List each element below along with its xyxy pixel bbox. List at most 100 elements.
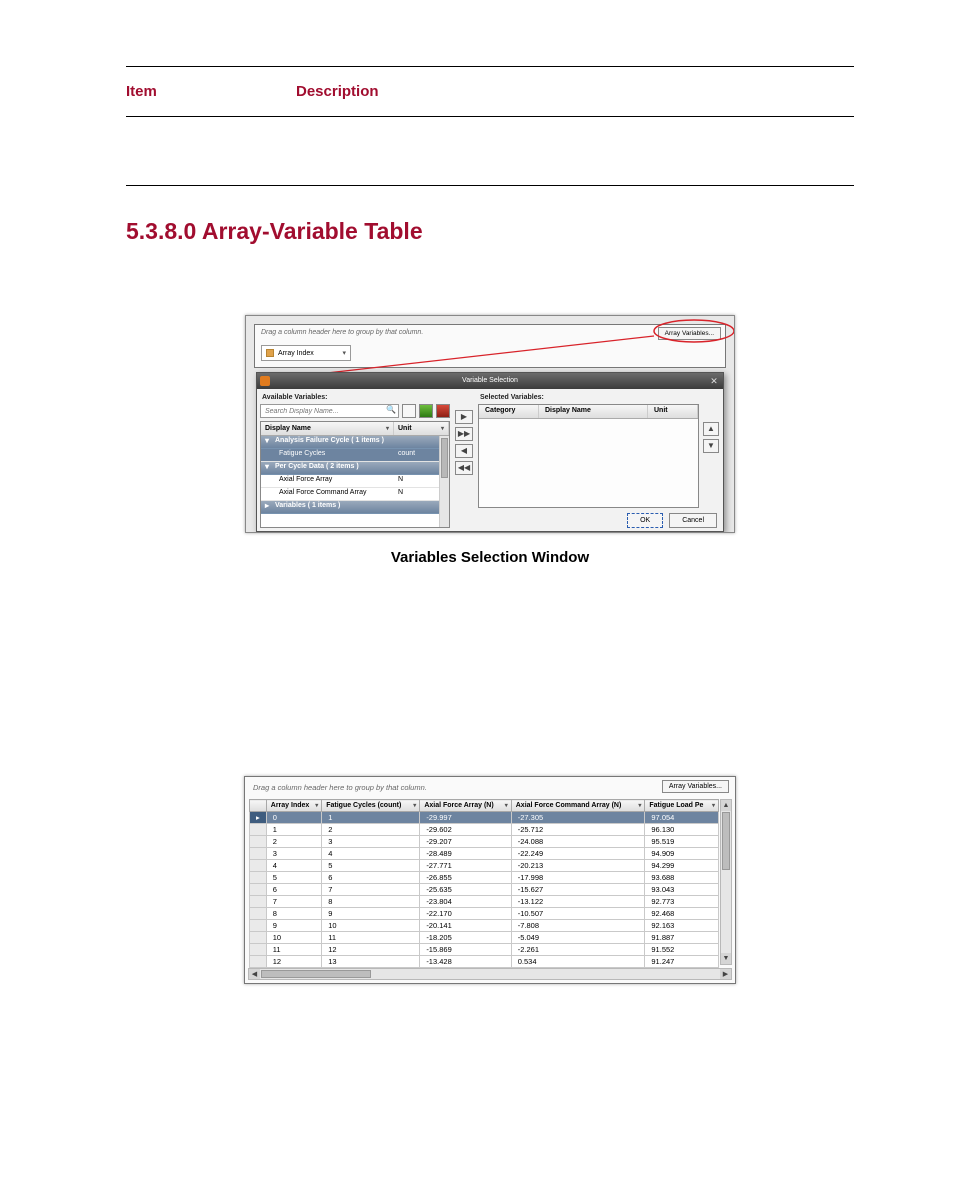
- tree-group[interactable]: Per Cycle Data ( 2 items ): [261, 462, 449, 475]
- grid-cell[interactable]: -7.808: [511, 920, 645, 932]
- scroll-left-icon[interactable]: ◀: [249, 969, 260, 979]
- remove-all-button[interactable]: ◀◀: [455, 461, 473, 475]
- grid-cell[interactable]: 93.688: [645, 872, 719, 884]
- grid-cell[interactable]: 11: [266, 944, 321, 956]
- grid-column-header[interactable]: Fatigue Load Pe▾: [645, 800, 719, 812]
- grid-cell[interactable]: 1: [322, 812, 420, 824]
- add-button[interactable]: ▶: [455, 410, 473, 424]
- expand-all-button[interactable]: [419, 404, 433, 418]
- table-row[interactable]: ▸01-29.997-27.30597.054: [250, 812, 719, 824]
- grid-cell[interactable]: 91.552: [645, 944, 719, 956]
- filter-icon[interactable]: ▾: [712, 802, 715, 809]
- table-row[interactable]: 1112-15.869-2.26191.552: [250, 944, 719, 956]
- grid-cell[interactable]: 9: [322, 908, 420, 920]
- grid-cell[interactable]: -15.627: [511, 884, 645, 896]
- grid-cell[interactable]: -24.088: [511, 836, 645, 848]
- horizontal-scrollbar[interactable]: ◀ ▶: [248, 968, 732, 980]
- grid-cell[interactable]: 7: [266, 896, 321, 908]
- grid-cell[interactable]: 2: [322, 824, 420, 836]
- grid-cell[interactable]: 3: [266, 848, 321, 860]
- table-row[interactable]: 12-29.602-25.71296.130: [250, 824, 719, 836]
- grid-column-header[interactable]: Fatigue Cycles (count)▾: [322, 800, 420, 812]
- grid-cell[interactable]: -15.869: [420, 944, 511, 956]
- grid-cell[interactable]: 93.043: [645, 884, 719, 896]
- grid-cell[interactable]: 3: [322, 836, 420, 848]
- tree-group[interactable]: Variables ( 1 items ): [261, 501, 449, 514]
- grid-cell[interactable]: -23.804: [420, 896, 511, 908]
- tree-row[interactable]: Axial Force Command ArrayN: [261, 488, 449, 501]
- table-row[interactable]: 910-20.141-7.80892.163: [250, 920, 719, 932]
- grid-cell[interactable]: 95.519: [645, 836, 719, 848]
- grid-cell[interactable]: 0.534: [511, 956, 645, 968]
- grid-cell[interactable]: -2.261: [511, 944, 645, 956]
- tree-group[interactable]: Analysis Failure Cycle ( 1 items ): [261, 436, 449, 449]
- grid-cell[interactable]: 6: [322, 872, 420, 884]
- collapse-all-button[interactable]: [436, 404, 450, 418]
- grid-cell[interactable]: -18.205: [420, 932, 511, 944]
- grid-cell[interactable]: 7: [322, 884, 420, 896]
- available-tree[interactable]: Display Name▾ Unit▾ Analysis Failure Cyc…: [260, 421, 450, 528]
- grid-cell[interactable]: -10.507: [511, 908, 645, 920]
- table-row[interactable]: 1011-18.205-5.04991.887: [250, 932, 719, 944]
- grid-column-header[interactable]: Axial Force Array (N)▾: [420, 800, 511, 812]
- grid-cell[interactable]: 1: [266, 824, 321, 836]
- grid-cell[interactable]: -29.207: [420, 836, 511, 848]
- remove-button[interactable]: ◀: [455, 444, 473, 458]
- grid-cell[interactable]: 12: [266, 956, 321, 968]
- grid-cell[interactable]: -17.998: [511, 872, 645, 884]
- dialog-titlebar[interactable]: Variable Selection ✕: [257, 373, 723, 389]
- array-index-chip[interactable]: Array Index ▾: [261, 345, 351, 361]
- scroll-up-icon[interactable]: ▲: [721, 800, 731, 811]
- filter-icon[interactable]: ▾: [386, 425, 389, 432]
- grid-cell[interactable]: -13.122: [511, 896, 645, 908]
- table-row[interactable]: 78-23.804-13.12292.773: [250, 896, 719, 908]
- grid-cell[interactable]: 4: [266, 860, 321, 872]
- scrollbar-thumb[interactable]: [261, 970, 371, 978]
- grid-cell[interactable]: 5: [322, 860, 420, 872]
- grid-cell[interactable]: 92.468: [645, 908, 719, 920]
- selected-col-unit[interactable]: Unit: [648, 405, 698, 418]
- grid-cell[interactable]: -26.855: [420, 872, 511, 884]
- table-row[interactable]: 89-22.170-10.50792.468: [250, 908, 719, 920]
- selected-col-category[interactable]: Category: [479, 405, 539, 418]
- scroll-right-icon[interactable]: ▶: [720, 969, 731, 979]
- grid-cell[interactable]: 91.247: [645, 956, 719, 968]
- grid-cell[interactable]: 5: [266, 872, 321, 884]
- tree-row[interactable]: Fatigue Cyclescount: [261, 449, 449, 462]
- cancel-button[interactable]: Cancel: [669, 513, 717, 528]
- grid-cell[interactable]: 94.909: [645, 848, 719, 860]
- scroll-down-icon[interactable]: ▼: [721, 953, 731, 964]
- tree-header-unit[interactable]: Unit▾: [394, 422, 449, 435]
- grid-cell[interactable]: 8: [322, 896, 420, 908]
- grid-cell[interactable]: 10: [322, 920, 420, 932]
- table-row[interactable]: 23-29.207-24.08895.519: [250, 836, 719, 848]
- grid-cell[interactable]: -13.428: [420, 956, 511, 968]
- filter-icon[interactable]: ▾: [413, 802, 416, 809]
- ok-button[interactable]: OK: [627, 513, 663, 528]
- tree-header-name[interactable]: Display Name▾: [261, 422, 394, 435]
- grid-cell[interactable]: -20.141: [420, 920, 511, 932]
- grid-cell[interactable]: 96.130: [645, 824, 719, 836]
- grid-cell[interactable]: 13: [322, 956, 420, 968]
- grid-cell[interactable]: -25.712: [511, 824, 645, 836]
- grid-cell[interactable]: 9: [266, 920, 321, 932]
- filter-icon[interactable]: ▾: [315, 802, 318, 809]
- close-icon[interactable]: ✕: [708, 375, 720, 387]
- grid-column-header[interactable]: Array Index▾: [266, 800, 321, 812]
- grid-cell[interactable]: 8: [266, 908, 321, 920]
- grid-cell[interactable]: -29.997: [420, 812, 511, 824]
- selected-grid[interactable]: Category Display Name Unit: [478, 404, 699, 508]
- scrollbar-thumb[interactable]: [441, 438, 448, 478]
- grid-cell[interactable]: -27.305: [511, 812, 645, 824]
- search-input[interactable]: [260, 404, 399, 418]
- clear-search-button[interactable]: [402, 404, 416, 418]
- grid-cell[interactable]: -29.602: [420, 824, 511, 836]
- grid-cell[interactable]: 92.163: [645, 920, 719, 932]
- grid-column-header[interactable]: Axial Force Command Array (N)▾: [511, 800, 645, 812]
- table-row[interactable]: 45-27.771-20.21394.299: [250, 860, 719, 872]
- grid-cell[interactable]: 10: [266, 932, 321, 944]
- filter-icon[interactable]: ▾: [505, 802, 508, 809]
- grid-cell[interactable]: -25.635: [420, 884, 511, 896]
- data-grid[interactable]: Array Index▾Fatigue Cycles (count)▾Axial…: [249, 799, 719, 968]
- grid-cell[interactable]: 0: [266, 812, 321, 824]
